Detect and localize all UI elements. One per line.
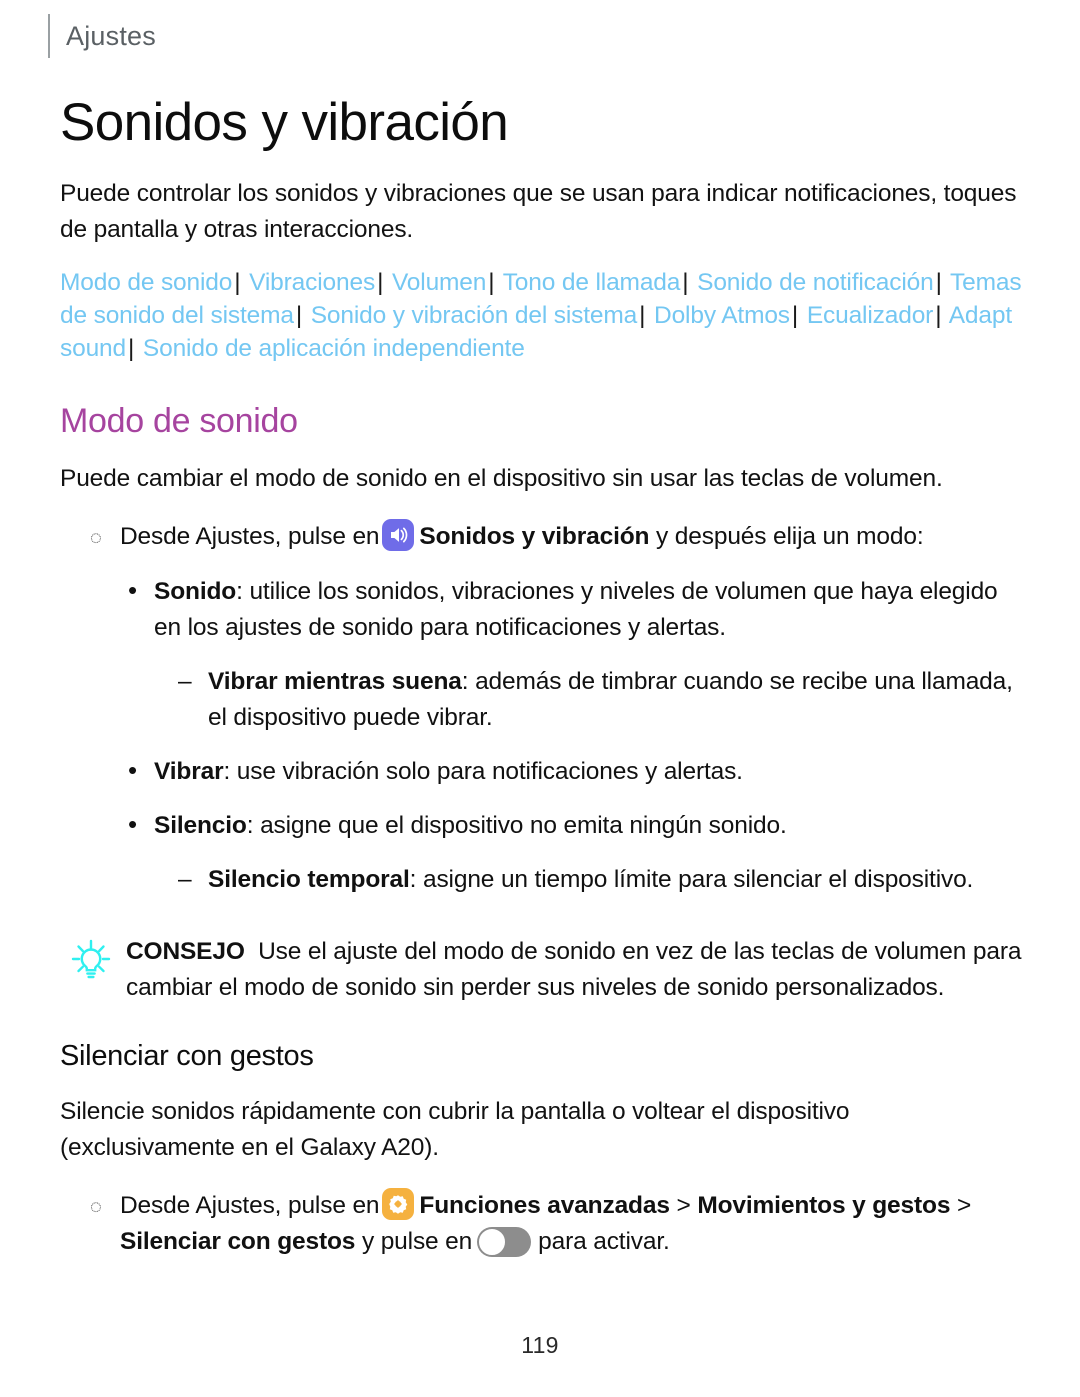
link-sonido-y-vibracion-del-sistema[interactable]: Sonido y vibración del sistema <box>311 302 638 329</box>
link-sonido-de-aplicacion-independiente[interactable]: Sonido de aplicación independiente <box>143 335 525 362</box>
link-dolby-atmos[interactable]: Dolby Atmos <box>654 302 790 329</box>
link-separator: | <box>488 269 495 296</box>
bullet-marker: • <box>128 755 137 785</box>
link-separator: | <box>639 302 646 329</box>
step-sonidos-y-vibracion: ◌ Desde Ajustes, pulse en Sonidos y vibra… <box>90 519 1022 556</box>
tip-block: CONSEJO Use el ajuste del modo de sonido… <box>68 934 1022 1006</box>
list-item-text: Silencio temporal: asigne un tiempo lími… <box>208 862 1022 898</box>
section-heading-modo-de-sonido: Modo de sonido <box>60 402 298 440</box>
bullet-marker: • <box>128 809 137 839</box>
list-item-body: : asigne un tiempo límite para silenciar… <box>409 866 974 893</box>
modo-de-sonido-paragraph: Puede cambiar el modo de sonido en el di… <box>60 465 943 492</box>
list-item-text: Silencio: asigne que el dispositivo no e… <box>154 808 1022 844</box>
list-item-term: Vibrar <box>154 758 224 785</box>
dash-marker: – <box>178 866 192 893</box>
link-vibraciones[interactable]: Vibraciones <box>249 269 375 296</box>
dash-marker: – <box>178 668 192 695</box>
link-separator: | <box>935 269 942 296</box>
link-tono-de-llamada[interactable]: Tono de llamada <box>503 269 681 296</box>
step-target-funciones-avanzadas: Funciones avanzadas <box>419 1192 670 1219</box>
list-item-term: Sonido <box>154 578 237 605</box>
link-separator: | <box>791 302 799 329</box>
tip-text: CONSEJO Use el ajuste del modo de sonido… <box>126 934 1022 1006</box>
list-item-body: : asigne que el dispositivo no emita nin… <box>246 812 787 839</box>
document-page: Ajustes Sonidos y vibración Puede contro… <box>0 0 1080 1397</box>
link-ecualizador[interactable]: Ecualizador <box>807 302 934 329</box>
lightbulb-icon <box>68 934 126 994</box>
list-item: • Sonido: utilice los sonidos, vibracion… <box>128 574 1022 646</box>
list-item-text: Sonido: utilice los sonidos, vibraciones… <box>154 574 1022 646</box>
step-lead: Desde Ajustes, pulse en <box>120 523 380 550</box>
list-item: • Silencio: asigne que el dispositivo no… <box>128 808 1022 844</box>
list-item: • Vibrar: use vibración solo para notifi… <box>128 754 1022 790</box>
step-text: Desde Ajustes, pulse en Sonidos y vibraci… <box>120 519 1022 555</box>
silenciar-con-gestos-toggle[interactable] <box>477 1227 532 1257</box>
step-trail: para activar. <box>538 1228 670 1255</box>
list-item-term: Vibrar mientras suena <box>208 668 462 695</box>
page-number: 119 <box>521 1332 559 1358</box>
advanced-features-icon[interactable] <box>382 1188 415 1220</box>
step-lead: Desde Ajustes, pulse en <box>120 1192 380 1219</box>
link-separator: | <box>377 269 384 296</box>
step-marker: ◌ <box>90 1196 102 1218</box>
silenciar-con-gestos-paragraph: Silencie sonidos rápidamente con cubrir … <box>60 1098 850 1161</box>
step-target: Sonidos y vibración <box>419 523 650 550</box>
list-item: – Vibrar mientras suena: además de timbr… <box>178 664 1022 736</box>
list-item: – Silencio temporal: asigne un tiempo lí… <box>178 862 1022 898</box>
list-item-text: Vibrar: use vibración solo para notifica… <box>154 754 1022 790</box>
section-link-bar: Modo de sonido| Vibraciones| Volumen| To… <box>60 266 1022 365</box>
link-modo-de-sonido[interactable]: Modo de sonido <box>60 269 232 296</box>
page-title: Sonidos y vibración <box>60 93 509 152</box>
step-text: Desde Ajustes, pulse en Funciones avanzad… <box>120 1188 1022 1260</box>
link-separator: | <box>935 302 942 329</box>
list-item-body: : utilice los sonidos, vibraciones y niv… <box>154 578 998 641</box>
link-volumen[interactable]: Volumen <box>392 269 486 296</box>
section-heading-silenciar-con-gestos: Silenciar con gestos <box>60 1040 314 1072</box>
step-marker: ◌ <box>90 527 102 549</box>
chevron-separator: > <box>956 1192 972 1219</box>
intro-paragraph: Puede controlar los sonidos y vibracione… <box>60 180 1017 243</box>
step-mid: y pulse en <box>361 1228 473 1255</box>
page-content: Puede controlar los sonidos y vibracione… <box>60 176 1022 1260</box>
link-separator: | <box>295 302 303 329</box>
step-trail: y después elija un modo: <box>656 523 924 550</box>
running-head-label: Ajustes <box>66 21 156 51</box>
toggle-knob <box>478 1228 507 1256</box>
link-separator: | <box>234 269 241 296</box>
bullet-marker: • <box>128 575 137 605</box>
step-target-movimientos-y-gestos: Movimientos y gestos <box>697 1192 951 1219</box>
header-divider-rule <box>48 14 50 58</box>
link-separator: | <box>682 269 689 296</box>
running-header: Ajustes <box>48 14 156 58</box>
step-silenciar-con-gestos: ◌ Desde Ajustes, pulse en Funciones avanz… <box>90 1188 1022 1260</box>
list-item-term: Silencio <box>154 812 247 839</box>
tip-body: Use el ajuste del modo de sonido en vez … <box>126 938 1022 1001</box>
list-item-term: Silencio temporal <box>208 866 410 893</box>
link-sonido-de-notificacion[interactable]: Sonido de notificación <box>697 269 934 296</box>
list-item-body: : use vibración solo para notificaciones… <box>223 758 743 785</box>
step-target-silenciar-con-gestos: Silenciar con gestos <box>120 1228 356 1255</box>
sound-and-vibration-icon[interactable] <box>382 519 415 551</box>
list-item-text: Vibrar mientras suena: además de timbrar… <box>208 664 1022 736</box>
chevron-separator: > <box>676 1192 691 1219</box>
tip-label: CONSEJO <box>126 938 245 965</box>
link-separator: | <box>128 335 135 362</box>
